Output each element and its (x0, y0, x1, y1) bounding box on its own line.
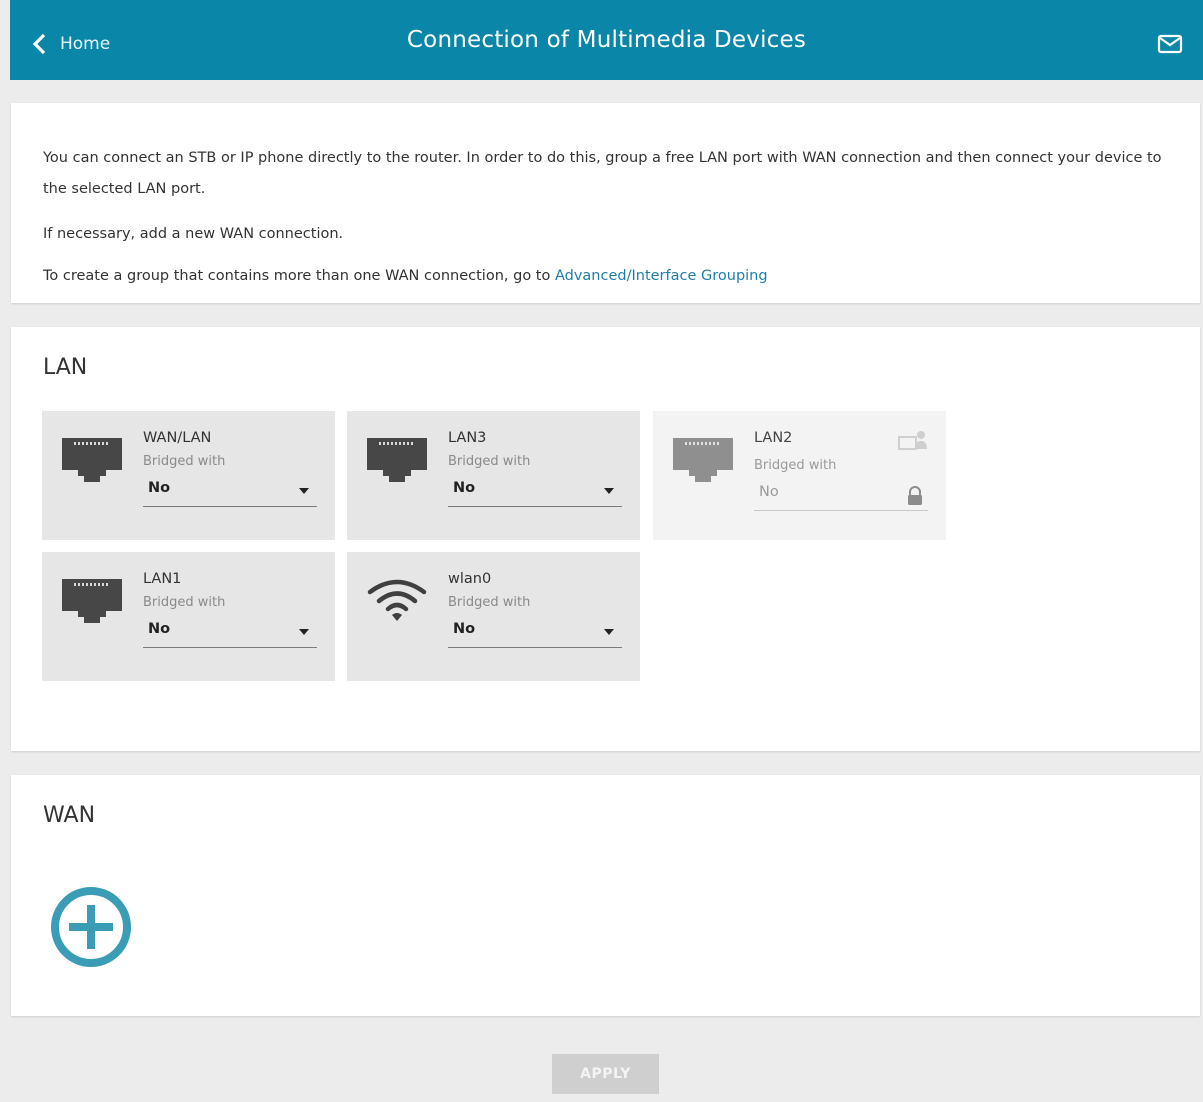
select-value: No (148, 480, 171, 496)
intro-paragraph-1: You can connect an STB or IP phone direc… (43, 150, 1162, 197)
apply-button[interactable]: APPLY (552, 1054, 659, 1094)
select-value: No (148, 621, 171, 637)
bridged-with-select[interactable]: No (448, 617, 622, 648)
port-sublabel: Bridged with (143, 595, 226, 610)
wan-card: WAN (11, 775, 1200, 1016)
port-name: LAN3 (448, 430, 487, 446)
port-card-lan3: LAN3 Bridged with No (347, 411, 640, 540)
bridged-with-select[interactable]: No (143, 617, 317, 648)
port-sublabel: Bridged with (448, 595, 531, 610)
dropdown-arrow-icon (604, 488, 614, 494)
lock-icon (908, 486, 922, 505)
page-title: Connection of Multimedia Devices (406, 27, 807, 53)
dropdown-arrow-icon (299, 629, 309, 635)
mail-icon[interactable] (1157, 33, 1183, 55)
wifi-icon (367, 579, 427, 621)
port-sublabel: Bridged with (754, 458, 837, 473)
port-card-lan1: LAN1 Bridged with No (42, 552, 335, 681)
dropdown-arrow-icon (299, 488, 309, 494)
select-value: No (453, 621, 476, 637)
ethernet-port-icon (62, 579, 122, 623)
connected-computer-icon (898, 431, 927, 450)
port-name: LAN2 (754, 430, 793, 446)
port-sublabel: Bridged with (143, 454, 226, 469)
intro-paragraph-3-text: To create a group that contains more tha… (43, 268, 555, 284)
intro-card: You can connect an STB or IP phone direc… (11, 103, 1200, 303)
add-connection-plus-icon[interactable] (49, 885, 133, 969)
intro-paragraph-2: If necessary, add a new WAN connection. (43, 226, 344, 242)
lan-section-title: LAN (43, 355, 88, 380)
port-name: wlan0 (448, 571, 492, 587)
dropdown-arrow-icon (604, 629, 614, 635)
bridged-with-select-disabled: No (754, 480, 928, 511)
ethernet-port-icon (62, 438, 122, 482)
port-name: WAN/LAN (143, 430, 212, 446)
port-card-lan2: LAN2 Bridged with No (653, 411, 946, 540)
port-card-wlan0: wlan0 Bridged with No (347, 552, 640, 681)
port-name: LAN1 (143, 571, 182, 587)
port-card-wan-lan: WAN/LAN Bridged with No (42, 411, 335, 540)
select-value: No (759, 484, 779, 500)
top-bar: Home Connection of Multimedia Devices (10, 0, 1203, 80)
ethernet-port-icon (367, 438, 427, 482)
select-value: No (453, 480, 476, 496)
bridged-with-select[interactable]: No (448, 476, 622, 507)
bridged-with-select[interactable]: No (143, 476, 317, 507)
ethernet-port-icon (673, 438, 733, 482)
port-sublabel: Bridged with (448, 454, 531, 469)
intro-paragraph-3: To create a group that contains more tha… (43, 266, 1168, 286)
interface-grouping-link[interactable]: Advanced/Interface Grouping (555, 268, 768, 284)
lan-card: LAN WAN/LAN Bridged with No LAN3 Bridged… (11, 327, 1200, 751)
wan-section-title: WAN (43, 803, 96, 828)
